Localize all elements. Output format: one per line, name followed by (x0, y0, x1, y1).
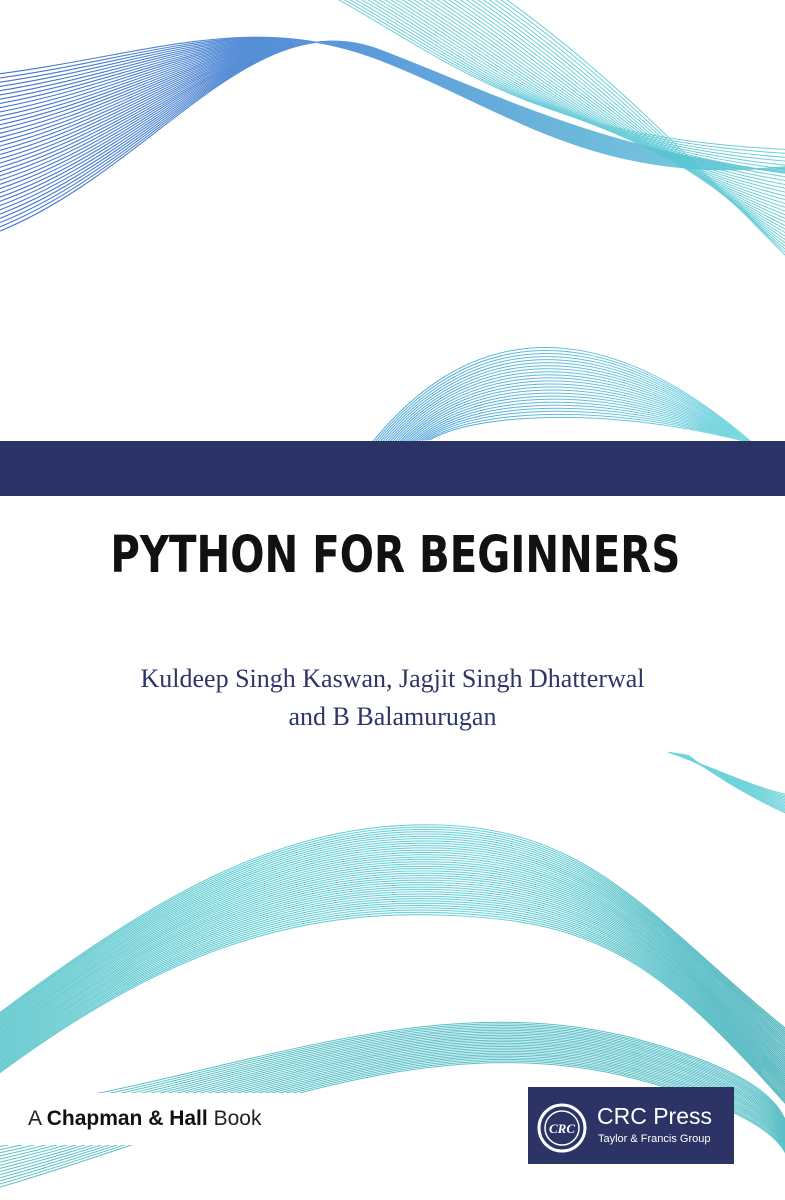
wave-line (400, 383, 748, 443)
author-list: Kuldeep Singh Kaswan, Jagjit Singh Dhatt… (0, 660, 785, 736)
book-title: PYTHON FOR BEGINNERS (110, 526, 681, 585)
wave-line (482, 0, 785, 244)
publisher-group: Taylor & Francis Group (598, 1133, 711, 1145)
authors-line-1: Kuldeep Singh Kaswan, Jagjit Singh Dhatt… (140, 664, 645, 693)
wave-line (366, 0, 785, 170)
publisher-name: CRC Press (597, 1103, 713, 1129)
wave-line (0, 41, 785, 206)
wave-lines-icon (0, 0, 785, 1188)
wave-line (372, 0, 785, 174)
title-band (0, 441, 785, 496)
imprint-brand: Chapman & Hall (46, 1107, 208, 1130)
wave-line (390, 0, 785, 185)
wave-line (0, 41, 785, 211)
wave-line (0, 40, 785, 223)
imprint-suffix: Book (213, 1107, 262, 1130)
imprint-line: A Chapman & Hall Book (28, 1105, 261, 1133)
crc-seal-icon: CRC (537, 1103, 587, 1153)
imprint-prefix: A (28, 1107, 41, 1130)
authors-line-2: and B Balamurugan (288, 702, 497, 731)
wave-line (384, 0, 785, 182)
seal-text: CRC (549, 1121, 575, 1136)
book-cover: PYTHON FOR BEGINNERS Kuldeep Singh Kaswa… (0, 0, 785, 1200)
